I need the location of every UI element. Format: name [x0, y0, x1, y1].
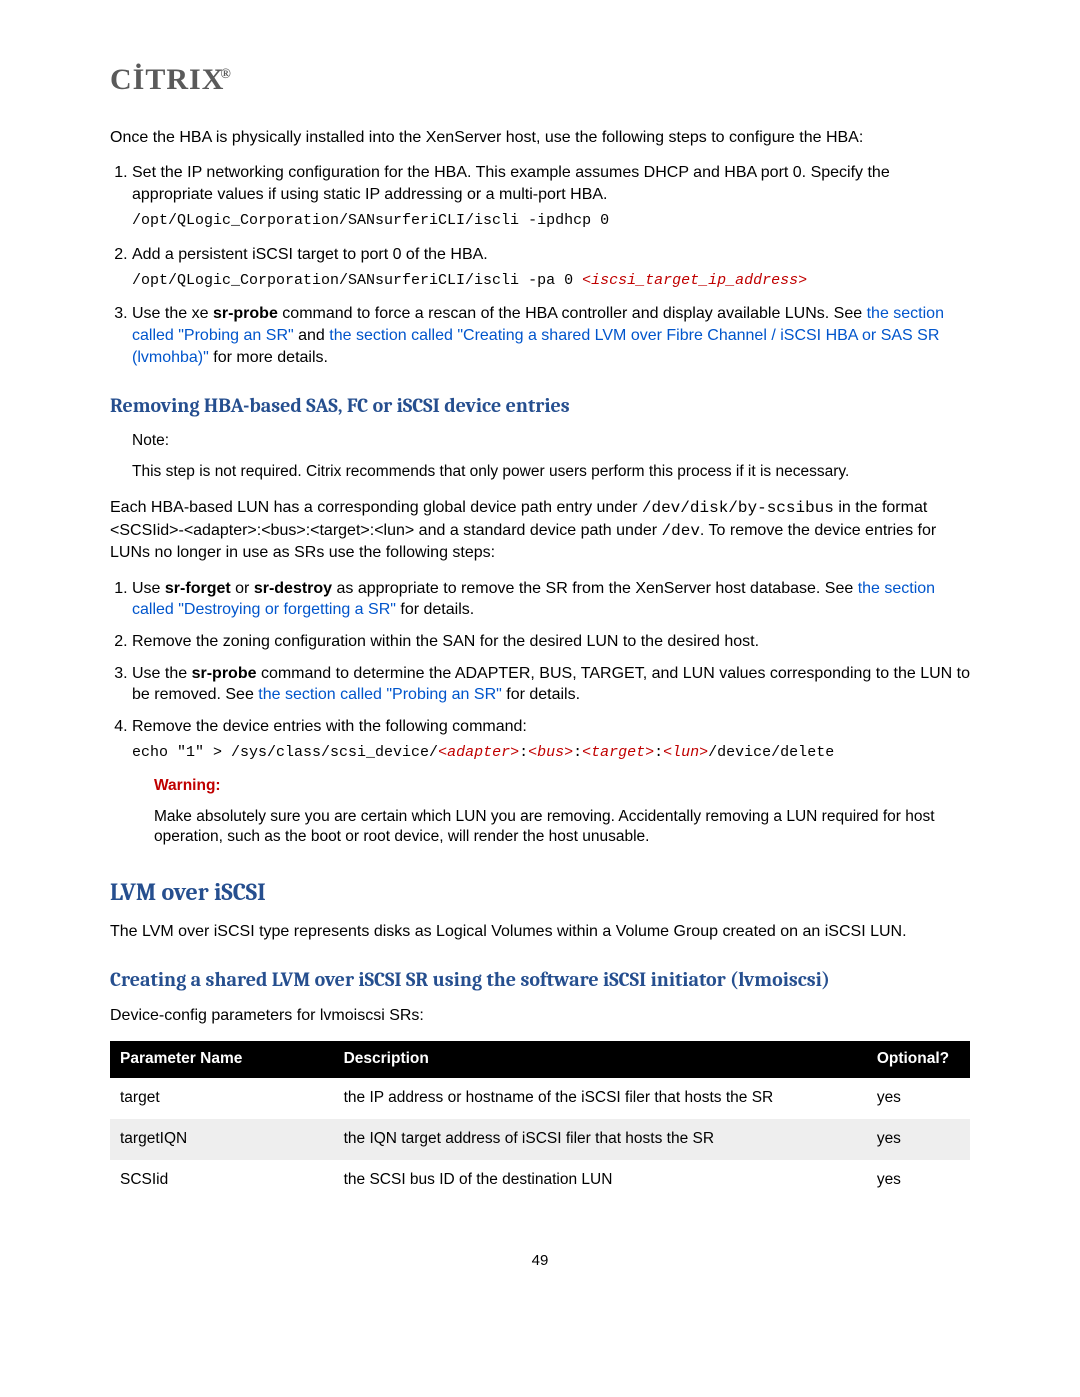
code-block: /opt/QLogic_Corporation/SANsurferiCLI/is… [132, 211, 970, 231]
device-config-paragraph: Device-config parameters for lvmoiscsi S… [110, 1005, 970, 1027]
list-item: Add a persistent iSCSI target to port 0 … [132, 244, 970, 292]
table-row: target the IP address or hostname of the… [110, 1078, 970, 1119]
list-item: Set the IP networking configuration for … [132, 162, 970, 231]
list-item: Use sr-forget or sr-destroy as appropria… [132, 578, 970, 621]
probing-sr-link-2[interactable]: the section called "Probing an SR" [258, 686, 502, 703]
list-item: Use the xe sr-probe command to force a r… [132, 303, 970, 368]
configure-hba-steps: Set the IP networking configuration for … [110, 162, 970, 368]
list-item: Remove the device entries with the follo… [132, 716, 970, 849]
intro-paragraph: Once the HBA is physically installed int… [110, 127, 970, 149]
list-item: Remove the zoning configuration within t… [132, 631, 970, 653]
lvm-paragraph: The LVM over iSCSI type represents disks… [110, 921, 970, 943]
warning-label: Warning: [154, 776, 970, 797]
note-block: Note: This step is not required. Citrix … [132, 431, 970, 483]
remove-entries-steps: Use sr-forget or sr-destroy as appropria… [110, 578, 970, 849]
note-text: This step is not required. Citrix recomm… [132, 462, 970, 483]
lvm-over-iscsi-heading: LVM over iSCSI [110, 876, 970, 908]
note-label: Note: [132, 431, 970, 452]
warning-text: Make absolutely sure you are certain whi… [154, 807, 970, 849]
each-hba-paragraph: Each HBA-based LUN has a corresponding g… [110, 497, 970, 564]
col-description: Description [334, 1041, 867, 1078]
code-block: echo "1" > /sys/class/scsi_device/<adapt… [132, 743, 970, 763]
removing-hba-heading: Removing HBA-based SAS, FC or iSCSI devi… [110, 392, 970, 419]
warning-block: Warning: Make absolutely sure you are ce… [154, 776, 970, 849]
creating-shared-lvm-heading: Creating a shared LVM over iSCSI SR usin… [110, 966, 970, 993]
page-number: 49 [110, 1251, 970, 1271]
col-optional: Optional? [867, 1041, 970, 1078]
table-row: SCSIid the SCSI bus ID of the destinatio… [110, 1160, 970, 1201]
lvmoiscsi-params-table: Parameter Name Description Optional? tar… [110, 1041, 970, 1201]
citrix-logo: CİTRIX® [110, 60, 970, 101]
table-row: targetIQN the IQN target address of iSCS… [110, 1119, 970, 1160]
col-parameter-name: Parameter Name [110, 1041, 334, 1078]
list-item: Use the sr-probe command to determine th… [132, 663, 970, 706]
code-block: /opt/QLogic_Corporation/SANsurferiCLI/is… [132, 271, 970, 291]
